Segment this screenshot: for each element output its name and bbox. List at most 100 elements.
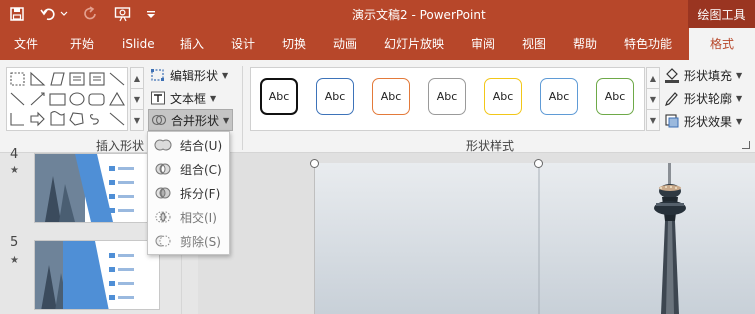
tab-help[interactable]: 帮助 (573, 28, 597, 60)
intersect-icon (152, 206, 174, 228)
gallery-scroll-down[interactable]: ▼ (131, 89, 143, 110)
insert-shapes-group-label: 插入形状 (96, 139, 145, 153)
group-divider (242, 66, 243, 150)
slide-5-preview (35, 241, 159, 309)
drawing-tools-context-label: 绘图工具 (688, 0, 755, 28)
resize-handle[interactable] (310, 159, 319, 168)
shape-style-swatch[interactable]: Abc (596, 78, 634, 115)
union-icon (152, 134, 174, 156)
slide-number: 5 (10, 235, 19, 250)
tab-file[interactable]: 文件 (14, 28, 38, 60)
shape-effects-icon (664, 113, 680, 129)
menu-item-subtract[interactable]: 剪除(S) (148, 230, 229, 252)
tab-view[interactable]: 视图 (522, 28, 546, 60)
styles-scroll-down[interactable]: ▼ (647, 89, 659, 110)
subtract-icon (152, 230, 174, 252)
document-title: 演示文稿2 - PowerPoint (352, 8, 486, 22)
slide-number: 4 (10, 147, 19, 162)
tab-format[interactable]: 格式 (689, 28, 755, 60)
chevron-down-icon: ▼ (222, 70, 229, 80)
chevron-down-icon: ▼ (223, 115, 230, 125)
shape-styles-group-label: 形状样式 (466, 139, 515, 153)
slide-thumbnail-5[interactable] (34, 240, 160, 310)
shape-style-swatch[interactable]: Abc (372, 78, 410, 115)
chevron-down-icon: ▼ (210, 93, 217, 103)
undo-dropdown-icon[interactable] (60, 5, 68, 23)
shape-style-swatch[interactable]: Abc (540, 78, 578, 115)
gallery-scroll-up[interactable]: ▲ (131, 68, 143, 89)
fragment-icon (152, 182, 174, 204)
chevron-down-icon: ▼ (736, 93, 743, 103)
tab-transitions[interactable]: 切换 (282, 28, 306, 60)
slide-4-preview (35, 154, 159, 222)
menu-item-label: 相交(I) (180, 210, 217, 225)
shape-styles-gallery: Abc Abc Abc Abc Abc Abc Abc (250, 67, 645, 131)
merge-shapes-menu: 结合(U) 组合(C) 拆分(F) 相交(I) 剪除(S) (147, 131, 230, 255)
styles-scroll-up[interactable]: ▲ (647, 68, 659, 89)
menu-item-label: 组合(C) (180, 162, 222, 177)
shape-style-swatch[interactable]: Abc (316, 78, 354, 115)
pen-outline-icon (664, 90, 680, 106)
shape-styles-scroll: ▲ ▼ ▼ (646, 67, 660, 131)
resize-handle[interactable] (534, 159, 543, 168)
tab-design[interactable]: 设计 (231, 28, 255, 60)
menu-item-combine[interactable]: 组合(C) (148, 158, 229, 180)
shape-style-swatch[interactable]: Abc (260, 78, 298, 115)
menu-item-union[interactable]: 结合(U) (148, 134, 229, 156)
shape-fill-label: 形状填充 (684, 68, 733, 83)
undo-icon[interactable] (40, 5, 58, 23)
paint-bucket-icon (664, 67, 680, 83)
edit-shape-icon (150, 67, 166, 83)
shape-gallery-icons (10, 71, 125, 127)
current-slide[interactable] (314, 163, 755, 314)
shape-effects-label: 形状效果 (684, 114, 733, 129)
start-slideshow-icon[interactable] (114, 5, 132, 23)
tab-animations[interactable]: 动画 (333, 28, 357, 60)
tab-home[interactable]: 开始 (70, 28, 94, 60)
tab-slideshow[interactable]: 幻灯片放映 (384, 28, 444, 60)
dialog-launcher-icon[interactable] (742, 141, 750, 149)
shape-gallery-scroll: ▲ ▼ ▼ (130, 67, 144, 131)
customize-toolbar-icon[interactable] (146, 5, 156, 23)
text-box-button[interactable]: 文本框 ▼ (150, 87, 216, 109)
redo-icon[interactable] (82, 5, 100, 23)
chevron-down-icon: ▼ (736, 70, 743, 80)
tab-review[interactable]: 审阅 (471, 28, 495, 60)
tab-islide[interactable]: iSlide (122, 28, 155, 60)
text-box-label: 文本框 (170, 91, 207, 106)
shape-style-swatch[interactable]: Abc (428, 78, 466, 115)
shape-style-swatch[interactable]: Abc (484, 78, 522, 115)
menu-item-intersect[interactable]: 相交(I) (148, 206, 229, 228)
shape-outline-label: 形状轮廓 (684, 91, 733, 106)
quick-access-toolbar (8, 0, 156, 28)
menu-item-label: 拆分(F) (180, 186, 221, 201)
combine-icon (152, 158, 174, 180)
menu-item-label: 结合(U) (180, 138, 223, 153)
edit-shape-label: 编辑形状 (170, 68, 219, 83)
shape-outline-button[interactable]: 形状轮廓 ▼ (664, 87, 742, 109)
slide-thumbnail-4[interactable] (34, 153, 160, 223)
chevron-down-icon: ▼ (736, 116, 743, 126)
save-icon[interactable] (8, 5, 26, 23)
merge-shapes-button[interactable]: 合并形状 ▼ (148, 109, 233, 131)
merge-shapes-icon (151, 112, 167, 128)
powerpoint-window: 演示文稿2 - PowerPoint 绘图工具 文件 开始 iSlide 插入 … (0, 0, 755, 314)
tab-insert[interactable]: 插入 (180, 28, 204, 60)
ribbon: ▲ ▼ ▼ 编辑形状 ▼ 文本框 ▼ 合并形状 ▼ 插入形状 Abc Abc A… (0, 60, 755, 153)
tab-featured[interactable]: 特色功能 (624, 28, 672, 60)
ribbon-tabs: 文件 开始 iSlide 插入 设计 切换 动画 幻灯片放映 审阅 视图 帮助 … (0, 28, 755, 60)
gallery-more[interactable]: ▼ (131, 110, 143, 131)
text-box-icon (150, 90, 166, 106)
shape-fill-button[interactable]: 形状填充 ▼ (664, 64, 742, 86)
edit-shape-button[interactable]: 编辑形状 ▼ (150, 64, 228, 86)
animation-star-icon: ★ (10, 165, 19, 176)
shape-gallery[interactable] (6, 67, 128, 131)
styles-more[interactable]: ▼ (647, 110, 659, 131)
menu-item-fragment[interactable]: 拆分(F) (148, 182, 229, 204)
slide-background-photo (315, 163, 755, 314)
animation-star-icon: ★ (10, 255, 19, 266)
menu-item-label: 剪除(S) (180, 234, 221, 249)
title-bar: 演示文稿2 - PowerPoint 绘图工具 (0, 0, 755, 28)
merge-shapes-label: 合并形状 (171, 113, 220, 128)
shape-effects-button[interactable]: 形状效果 ▼ (664, 110, 742, 132)
